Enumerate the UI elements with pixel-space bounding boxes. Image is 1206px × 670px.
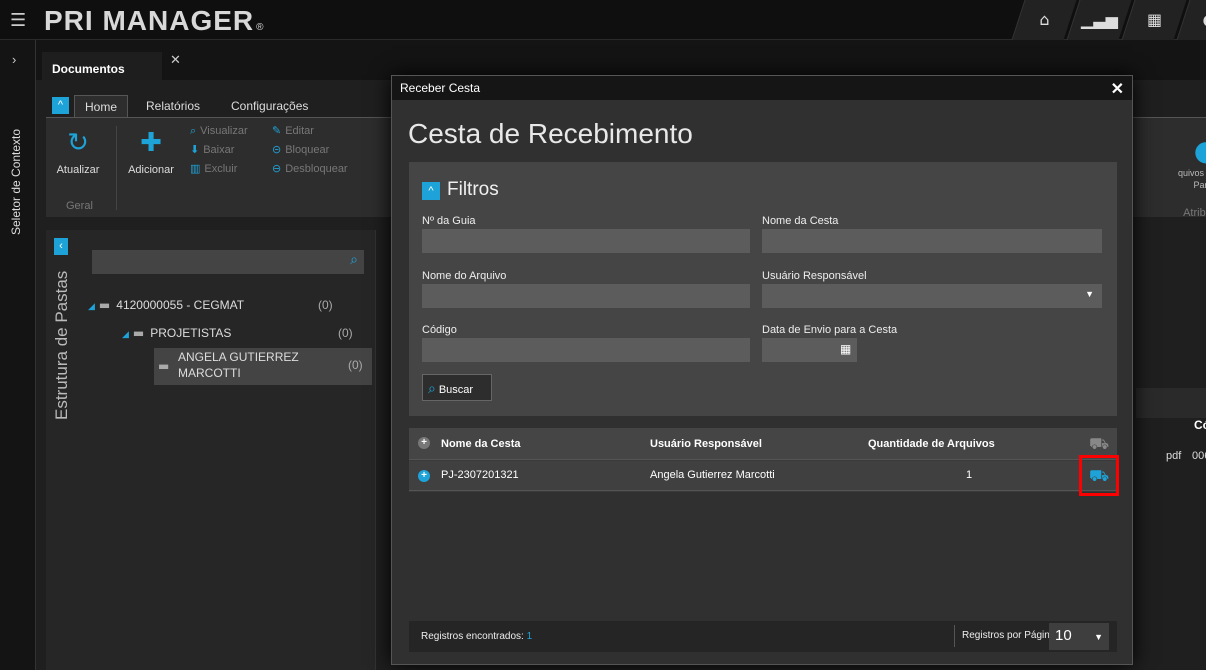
collapse-ribbon-icon[interactable]: ^ bbox=[52, 97, 69, 114]
reports-button[interactable]: ▁▃▅ bbox=[1066, 0, 1132, 40]
column-header-codigo[interactable]: Código bbox=[1194, 418, 1206, 432]
trash-icon: ▥ bbox=[190, 162, 201, 175]
home-icon: ⌂ bbox=[1039, 10, 1050, 29]
per-page-select[interactable]: 10 ▼ bbox=[1049, 623, 1109, 650]
desbloquear-button[interactable]: ⊖ Desbloquear bbox=[272, 162, 348, 175]
filters-panel: ^ Filtros Nº da Guia Nome da Cesta Nome … bbox=[409, 162, 1117, 416]
cell-usuario: Angela Gutierrez Marcotti bbox=[650, 469, 775, 481]
receber-cesta-dialog: Receber Cesta ✕ Cesta de Recebimento ^ F… bbox=[391, 75, 1133, 665]
column-header-nome[interactable]: Nome da Cesta bbox=[441, 438, 520, 450]
collapse-panel-icon[interactable]: ‹ bbox=[54, 238, 68, 255]
cestas-table: + Nome da Cesta Usuário Responsável Quan… bbox=[409, 428, 1119, 496]
chart-icon: ▁▃▅ bbox=[1081, 10, 1118, 29]
guia-label: Nº da Guia bbox=[422, 215, 476, 227]
download-icon: ⬇ bbox=[190, 143, 200, 156]
nome-arquivo-label: Nome do Arquivo bbox=[422, 270, 507, 282]
codigo-label: Código bbox=[422, 324, 457, 336]
close-icon[interactable]: ✕ bbox=[1111, 79, 1124, 99]
usuario-label: Usuário Responsável bbox=[762, 270, 867, 282]
folder-tree-panel: ‹ Estrutura de Pastas ⌕ ◢ ▬ 4120000055 - C… bbox=[46, 230, 376, 670]
folder-icon: ▬ bbox=[132, 326, 145, 340]
table-footer: Registros encontrados: 1 Registros por P… bbox=[409, 621, 1117, 652]
editar-button[interactable]: ✎ Editar bbox=[272, 124, 314, 137]
tree-node-cegmat[interactable]: ◢ ▬ 4120000055 - CEGMAT (0) bbox=[88, 298, 333, 312]
calendar-icon: ▦ bbox=[1146, 10, 1163, 29]
adicionar-button[interactable]: ✚ Adicionar bbox=[122, 128, 180, 176]
nome-cesta-input[interactable] bbox=[762, 229, 1102, 253]
home-button[interactable]: ⌂ bbox=[1011, 0, 1077, 40]
visualizar-button[interactable]: ⌕ Visualizar bbox=[190, 124, 248, 138]
edit-icon: ✎ bbox=[272, 124, 282, 137]
top-bar: ☰ PRI MANAGER ® ⌂ ▁▃▅ ▦ ● bbox=[0, 0, 1206, 40]
usuario-select[interactable]: ▼ bbox=[762, 284, 1102, 308]
tab-home[interactable]: Home bbox=[74, 95, 129, 117]
tree-node-angela[interactable]: ▬ ANGELA GUTIERREZ MARCOTTI (0) bbox=[154, 348, 372, 385]
user-assign-icon[interactable]: ● bbox=[1176, 134, 1206, 167]
chevron-down-icon: ▼ bbox=[1094, 632, 1103, 642]
data-envio-input[interactable]: ▦ bbox=[762, 338, 857, 362]
atualizar-button[interactable]: ↻ Atualizar bbox=[52, 128, 104, 176]
footer-divider bbox=[954, 625, 955, 647]
nome-cesta-label: Nome da Cesta bbox=[762, 215, 839, 227]
cell-quantidade: 1 bbox=[966, 469, 973, 481]
unlock-icon: ⊖ bbox=[272, 162, 282, 175]
document-tabs: Documentos ✕ bbox=[36, 40, 1206, 80]
expand-row-icon[interactable]: + bbox=[418, 470, 430, 482]
codigo-input[interactable] bbox=[422, 338, 750, 362]
expand-all-icon[interactable]: + bbox=[418, 437, 430, 449]
tab-documentos[interactable]: Documentos bbox=[42, 52, 162, 80]
filters-title: Filtros bbox=[447, 179, 499, 200]
calendar-icon[interactable]: ▦ bbox=[840, 342, 851, 356]
highlight-box bbox=[1079, 455, 1119, 496]
group-label-geral: Geral bbox=[66, 200, 93, 212]
tab-relatorios[interactable]: Relatórios bbox=[146, 95, 200, 117]
page-title: Cesta de Recebimento bbox=[408, 118, 693, 149]
chevron-down-icon: ▼ bbox=[1085, 289, 1094, 299]
close-tab-icon[interactable]: ✕ bbox=[170, 52, 181, 68]
table-row[interactable]: + PJ-2307201321 Angela Gutierrez Marcott… bbox=[409, 461, 1117, 491]
data-envio-label: Data de Envio para a Cesta bbox=[762, 324, 898, 336]
user-icon: ● bbox=[1202, 10, 1206, 29]
search-icon[interactable]: ⌕ bbox=[350, 252, 358, 268]
buscar-button[interactable]: ⌕ Buscar bbox=[422, 374, 492, 401]
calendar-button[interactable]: ▦ bbox=[1121, 0, 1187, 40]
per-page-label: Registros por Página bbox=[962, 630, 1056, 641]
app-brand: PRI MANAGER ® bbox=[44, 5, 265, 36]
lock-icon: ⊝ bbox=[272, 143, 282, 156]
refresh-icon: ↻ bbox=[67, 128, 89, 158]
cell-nome: PJ-2307201321 bbox=[441, 469, 519, 481]
menu-icon[interactable]: ☰ bbox=[10, 10, 26, 31]
add-document-icon: ✚ bbox=[140, 128, 162, 158]
bloquear-button[interactable]: ⊝ Bloquear bbox=[272, 143, 329, 156]
search-icon: ⌕ bbox=[190, 124, 197, 137]
folder-structure-label: Estrutura de Pastas bbox=[52, 270, 71, 420]
nome-arquivo-input[interactable] bbox=[422, 284, 750, 308]
tree-search-input[interactable]: ⌕ bbox=[92, 250, 364, 274]
guia-input[interactable] bbox=[422, 229, 750, 253]
collapse-triangle-icon[interactable]: ◢ bbox=[88, 301, 95, 311]
tab-configuracoes[interactable]: Configurações bbox=[231, 95, 308, 117]
ribbon-divider bbox=[116, 126, 117, 210]
context-rail: › Seletor de Contexto bbox=[0, 40, 36, 670]
collapse-filters-icon[interactable]: ^ bbox=[422, 182, 440, 200]
table-header: + Nome da Cesta Usuário Responsável Quan… bbox=[409, 428, 1117, 460]
column-header-usuario[interactable]: Usuário Responsável bbox=[650, 438, 762, 450]
collapse-triangle-icon[interactable]: ◢ bbox=[122, 329, 129, 339]
excluir-button[interactable]: ▥ Excluir bbox=[190, 162, 237, 175]
tree-node-projetistas[interactable]: ◢ ▬ PROJETISTAS (0) bbox=[122, 326, 353, 340]
context-selector-label[interactable]: Seletor de Contexto bbox=[9, 129, 23, 235]
cart-icon: ⛟ bbox=[1089, 434, 1110, 453]
column-header-quantidade[interactable]: Quantidade de Arquivos bbox=[868, 438, 995, 450]
records-found: Registros encontrados: 1 bbox=[421, 631, 533, 642]
folder-icon: ▬ bbox=[98, 298, 111, 312]
search-icon: ⌕ bbox=[428, 381, 436, 397]
baixar-button[interactable]: ⬇ Baixar bbox=[190, 143, 234, 156]
folder-icon: ▬ bbox=[158, 359, 170, 373]
expand-rail-icon[interactable]: › bbox=[12, 52, 16, 67]
dialog-title: Receber Cesta bbox=[392, 76, 1132, 100]
